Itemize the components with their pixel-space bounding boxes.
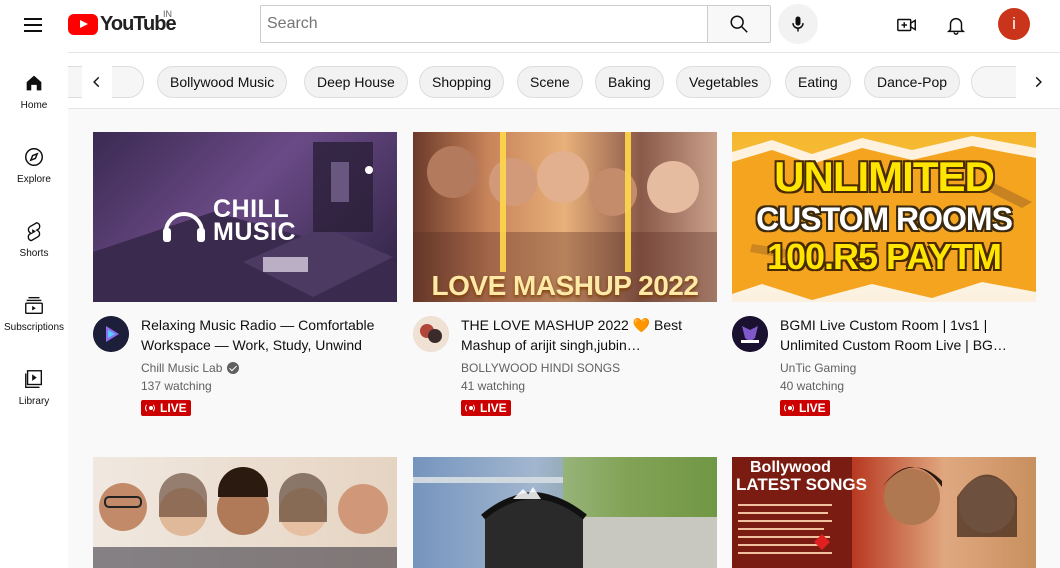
live-broadcast-icon (784, 403, 796, 413)
bell-icon (946, 17, 966, 35)
channel-name[interactable]: BOLLYWOOD HINDI SONGS (461, 361, 620, 375)
search-button[interactable] (707, 5, 771, 43)
thumbnail-text-line-2: LATEST SONGS (736, 475, 867, 494)
live-badge-text: LIVE (799, 401, 826, 415)
channel-name-text[interactable]: BOLLYWOOD HINDI SONGS (461, 361, 620, 375)
sidebar-item-explore[interactable]: Explore (0, 126, 68, 198)
chips-scroll-left-button[interactable] (82, 66, 112, 98)
thumbnail-text: LOVE MASHUP 2022 (431, 270, 699, 301)
chips-scroll-right-button[interactable] (1016, 66, 1060, 98)
video-thumbnail[interactable]: LOVE MASHUP 2022 (413, 132, 717, 302)
sidebar-item-label: Library (18, 396, 50, 407)
watching-count: 40 watching (780, 379, 845, 393)
video-thumbnail[interactable]: Bollywood LATEST SONGS (732, 457, 1036, 568)
thumbnail-text-line-2: CUSTOM ROOMS (756, 201, 1013, 237)
thumbnail-text: CHILL MUSIC (213, 195, 297, 246)
shorts-icon (27, 222, 41, 242)
untic-logo-icon (732, 316, 768, 352)
sidebar-item-label: Home (20, 100, 48, 111)
account-avatar[interactable]: i (998, 8, 1030, 40)
chip-vegetables[interactable]: Vegetables (676, 66, 772, 98)
library-icon (25, 370, 43, 388)
live-badge-text: LIVE (160, 401, 187, 415)
channel-name-text[interactable]: Chill Music Lab (141, 361, 222, 375)
live-badge: LIVE (461, 400, 511, 416)
menu-icon-bar (24, 30, 42, 32)
chevron-right-icon (1035, 76, 1042, 88)
channel-avatar[interactable] (93, 316, 129, 352)
chip-scene[interactable]: Scene (517, 66, 583, 98)
filter-chip-bar: Bollywood Music Deep House Shopping Scen… (68, 52, 1060, 109)
video-camera-add-icon (897, 18, 916, 32)
thumbnail-art (413, 457, 717, 568)
chip-deep-house[interactable]: Deep House (304, 66, 408, 98)
thumbnail-text-line-1: UNLIMITED (774, 153, 995, 200)
live-broadcast-icon (145, 403, 157, 413)
sidebar-item-library[interactable]: Library (0, 348, 68, 420)
video-title[interactable]: BGMI Live Custom Room | 1vs1 | Unlimited… (780, 315, 1030, 355)
watching-count: 41 watching (461, 379, 526, 393)
video-title[interactable]: THE LOVE MASHUP 2022 🧡 Best Mashup of ar… (461, 315, 711, 355)
chip-bollywood-music[interactable]: Bollywood Music (157, 66, 288, 98)
voice-search-button[interactable] (778, 4, 818, 44)
video-thumbnail[interactable]: CHILL MUSIC (93, 132, 397, 302)
notifications-button[interactable] (941, 10, 971, 40)
compass-icon (25, 148, 43, 166)
menu-button[interactable] (22, 14, 44, 36)
chevron-left-icon (93, 76, 100, 88)
live-badge-text: LIVE (480, 401, 507, 415)
youtube-play-icon (68, 13, 98, 35)
sidebar-item-label: Explore (17, 174, 51, 185)
youtube-logo[interactable]: YouTube (68, 12, 177, 36)
video-thumbnail[interactable] (93, 457, 397, 568)
play-logo-icon (93, 316, 129, 352)
channel-avatar[interactable] (732, 316, 768, 352)
sidebar-item-label: Subscriptions (3, 322, 65, 333)
chip-eating[interactable]: Eating (785, 66, 851, 98)
subscriptions-icon (25, 296, 43, 314)
watching-count: 137 watching (141, 379, 212, 393)
chip-baking[interactable]: Baking (595, 66, 664, 98)
video-thumbnail[interactable] (413, 457, 717, 568)
top-bar: YouTube IN i (0, 0, 1060, 52)
video-thumbnail[interactable]: UNLIMITED CUSTOM ROOMS 100.R5 PAYTM (732, 132, 1036, 302)
menu-icon-bar (24, 24, 42, 26)
live-badge: LIVE (141, 400, 191, 416)
microphone-icon (792, 16, 804, 32)
channel-name[interactable]: UnTic Gaming (780, 361, 856, 375)
home-icon (26, 75, 42, 91)
chip-dance-pop[interactable]: Dance-Pop (864, 66, 961, 98)
search-input[interactable] (260, 5, 708, 43)
sidebar-item-home[interactable]: Home (0, 52, 68, 124)
video-title[interactable]: Relaxing Music Radio — Comfortable Works… (141, 315, 391, 355)
channel-avatar[interactable] (413, 316, 449, 352)
region-code: IN (163, 9, 172, 19)
chip-shopping[interactable]: Shopping (419, 66, 505, 98)
sidebar-item-subscriptions[interactable]: Subscriptions (0, 274, 68, 346)
search-icon (730, 15, 748, 33)
create-button[interactable] (892, 10, 922, 40)
sidebar-item-shorts[interactable]: Shorts (0, 200, 68, 272)
channel-name[interactable]: Chill Music Lab (141, 361, 240, 375)
verified-check-icon (227, 362, 240, 374)
sidebar-item-label: Shorts (19, 248, 49, 259)
live-badge: LIVE (780, 400, 830, 416)
sidebar: Home Explore Shorts Subscriptions Librar… (0, 52, 68, 568)
channel-avatar-image (413, 316, 449, 352)
channel-name-text[interactable]: UnTic Gaming (780, 361, 856, 375)
live-broadcast-icon (465, 403, 477, 413)
thumbnail-text-line-3: 100.R5 PAYTM (766, 236, 1002, 277)
menu-icon (24, 18, 42, 20)
thumbnail-art (93, 467, 397, 568)
